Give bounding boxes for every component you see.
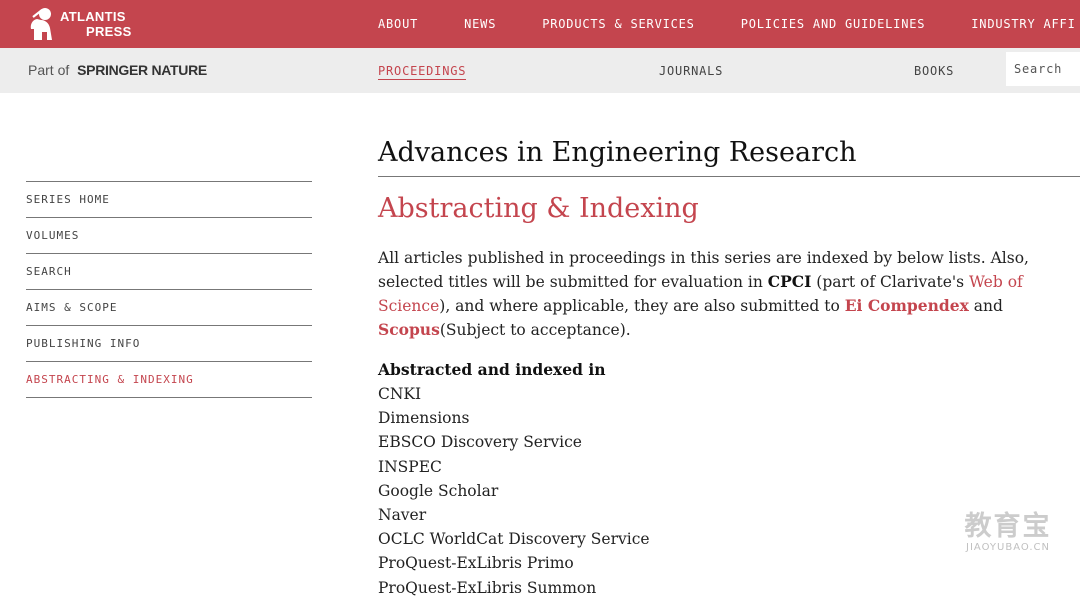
scopus-link[interactable]: Scopus — [378, 320, 440, 339]
sub-header: Part of SPRINGER NATURE PROCEEDINGS JOUR… — [0, 48, 1080, 93]
series-title: Advances in Engineering Research — [378, 137, 1080, 177]
page-title: Abstracting & Indexing — [378, 193, 699, 224]
atlantis-press-logo[interactable]: ATLANTIS PRESS — [28, 5, 132, 43]
list-item: OCLC WorldCat Discovery Service — [378, 530, 650, 549]
list-item: Naver — [378, 506, 427, 525]
intro-text-5: (Subject to acceptance). — [439, 321, 631, 339]
intro-paragraph: All articles published in proceedings in… — [378, 246, 1080, 342]
list-item: CNKI — [378, 385, 422, 403]
nav-about[interactable]: ABOUT — [378, 17, 418, 31]
list-item: EBSCO Discovery Service — [378, 433, 582, 452]
list-item: Google Scholar — [378, 481, 499, 500]
index-list: CNKI Dimensions EBSCO Discovery Service … — [378, 382, 1080, 600]
nav-journals[interactable]: JOURNALS — [659, 64, 723, 78]
list-item: INSPEC — [378, 457, 442, 476]
sidebar-item-series-home[interactable]: SERIES HOME — [26, 182, 312, 218]
sidebar-item-search[interactable]: SEARCH — [26, 254, 312, 290]
series-sidebar: SERIES HOME VOLUMES SEARCH AIMS & SCOPE … — [26, 181, 312, 398]
sidebar-item-volumes[interactable]: VOLUMES — [26, 218, 312, 254]
nav-proceedings[interactable]: PROCEEDINGS — [378, 64, 467, 80]
search-input[interactable] — [1006, 52, 1080, 86]
nav-policies-guidelines[interactable]: POLICIES AND GUIDELINES — [741, 17, 926, 31]
intro-text-4: and — [968, 297, 1003, 315]
sidebar-item-aims-scope[interactable]: AIMS & SCOPE — [26, 290, 312, 326]
nav-industry-affiliations[interactable]: INDUSTRY AFFI — [971, 17, 1075, 31]
index-list-heading: Abstracted and indexed in — [378, 360, 606, 379]
list-item: ProQuest-ExLibris Summon — [378, 578, 597, 597]
intro-text-2: (part of Clarivate's — [811, 273, 970, 291]
logo-line2: PRESS — [86, 24, 132, 39]
logo-line1: ATLANTIS — [60, 9, 126, 24]
springer-nature-logo[interactable]: SPRINGER NATURE — [77, 62, 207, 78]
nav-books[interactable]: BOOKS — [914, 64, 954, 78]
sidebar-item-abstracting-indexing[interactable]: ABSTRACTING & INDEXING — [26, 362, 312, 398]
part-of-text: Part of — [28, 62, 70, 78]
intro-text-3: ), and where applicable, they are also s… — [439, 297, 845, 315]
part-of-label: Part of SPRINGER NATURE — [28, 62, 207, 78]
ei-compendex-link[interactable]: Ei Compendex — [845, 296, 969, 315]
cpci-label: CPCI — [767, 272, 812, 291]
list-item: Dimensions — [378, 409, 470, 428]
logo-wordmark: ATLANTIS PRESS — [60, 9, 132, 39]
list-item: ProQuest-ExLibris Primo — [378, 554, 574, 573]
main-content: Advances in Engineering Research Abstrac… — [378, 137, 1080, 600]
sidebar-item-publishing-info[interactable]: PUBLISHING INFO — [26, 326, 312, 362]
nav-products-services[interactable]: PRODUCTS & SERVICES — [542, 17, 694, 31]
main-nav: ABOUT NEWS PRODUCTS & SERVICES POLICIES … — [378, 0, 1080, 48]
atlas-figure-icon — [30, 8, 52, 40]
top-header: ATLANTIS PRESS ABOUT NEWS PRODUCTS & SER… — [0, 0, 1080, 48]
nav-news[interactable]: NEWS — [464, 17, 496, 31]
